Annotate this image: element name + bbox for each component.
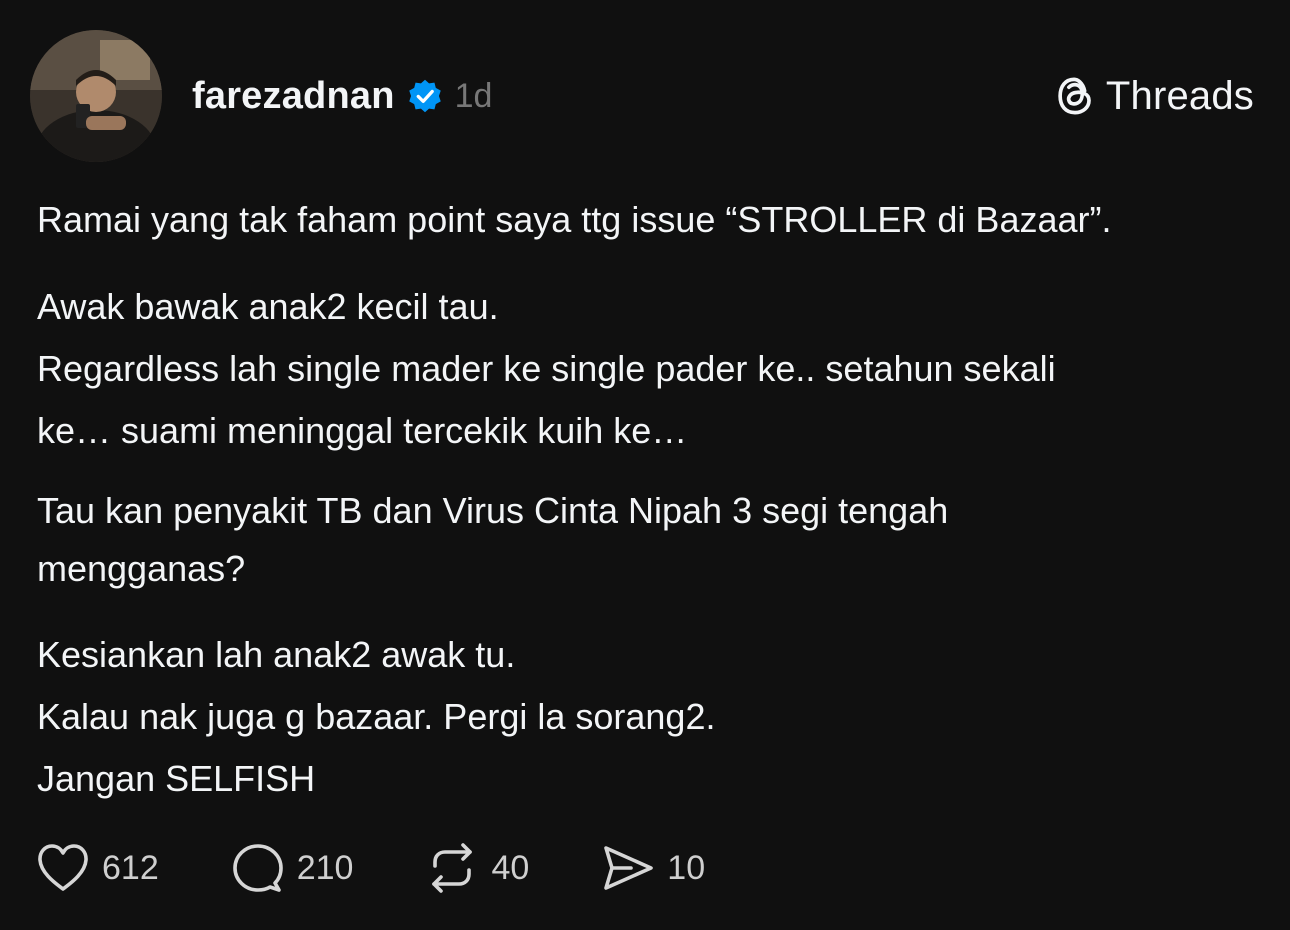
comment-icon: [232, 844, 283, 892]
like-button[interactable]: 612: [36, 842, 159, 894]
post-timestamp: 1d: [454, 76, 493, 115]
threads-logo-icon: [1058, 77, 1091, 115]
heart-icon: [38, 844, 88, 891]
share-count: 10: [667, 848, 706, 887]
threads-wordmark: Threads: [1105, 73, 1254, 118]
username[interactable]: farezadnan: [192, 75, 395, 118]
threads-brand: Threads: [1054, 72, 1254, 120]
repost-button[interactable]: 40: [425, 841, 529, 895]
post-text-line: Jangan SELFISH: [37, 758, 316, 799]
avatar[interactable]: [30, 30, 162, 162]
share-button[interactable]: 10: [601, 841, 705, 895]
post-paragraph: Awak bawak anak2 kecil tau. Regardless l…: [37, 276, 1056, 462]
verified-badge-icon: [408, 79, 441, 113]
reply-button[interactable]: 210: [231, 841, 354, 895]
post-text-line: Ramai yang tak faham point saya ttg issu…: [37, 199, 1112, 240]
post-actions: 612 210 40 10: [36, 840, 705, 896]
author-row: farezadnan 1d: [192, 72, 492, 120]
post-header: farezadnan 1d Threads: [0, 0, 1290, 180]
avatar-photo: [30, 30, 162, 162]
post-text-line: ke… suami meninggal tercekik kuih ke…: [37, 410, 688, 451]
post-paragraph: Ramai yang tak faham point saya ttg issu…: [37, 190, 1111, 250]
post-text-line: Awak bawak anak2 kecil tau.: [37, 286, 499, 327]
reply-count: 210: [296, 848, 354, 887]
post-text-line: mengganas?: [37, 548, 246, 589]
post-paragraph: Kesiankan lah anak2 awak tu. Kalau nak j…: [37, 624, 715, 810]
repost-count: 40: [491, 848, 530, 887]
post-paragraph: Tau kan penyakit TB dan Virus Cinta Nipa…: [37, 482, 948, 598]
post-text-line: Regardless lah single mader ke single pa…: [37, 348, 1056, 389]
send-icon: [604, 846, 654, 890]
like-count: 612: [102, 848, 159, 887]
repost-icon: [432, 843, 473, 893]
post-text-line: Kalau nak juga g bazaar. Pergi la sorang…: [37, 696, 716, 737]
post-text-line: Kesiankan lah anak2 awak tu.: [37, 634, 516, 675]
post-text-line: Tau kan penyakit TB dan Virus Cinta Nipa…: [37, 490, 949, 531]
